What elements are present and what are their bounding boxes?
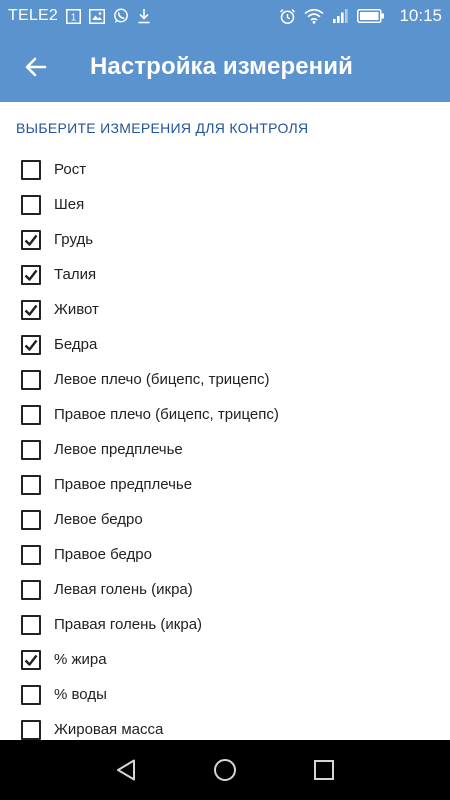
alarm-icon [279,8,296,25]
measurement-item[interactable]: % жира [0,642,450,677]
checkbox[interactable] [21,264,41,285]
download-icon [137,8,151,24]
checkbox[interactable] [21,649,41,670]
measurement-label: Жировая масса [54,721,164,738]
measurement-label: Левое бедро [54,511,143,528]
signal-icon [332,8,349,24]
whatsapp-icon [113,8,129,24]
measurement-item[interactable]: Живот [0,292,450,327]
checkbox[interactable] [21,684,41,705]
clock: 10:15 [399,6,442,25]
measurement-label: Живот [54,301,99,318]
measurement-item[interactable]: Жировая масса [0,712,450,740]
sim-1-icon: 1 [65,8,81,24]
checkbox[interactable] [21,719,41,740]
carrier-label: TELE2 [8,7,58,24]
checkbox[interactable] [21,299,41,320]
check-icon [24,304,38,316]
nav-home-button[interactable] [201,746,249,794]
measurement-item[interactable]: Правое предплечье [0,467,450,502]
measurement-label: Рост [54,161,87,178]
measurements-list: Рост Шея Грудь Талия Живот Бедра Левое плечо (… [0,147,450,740]
measurement-label: Правое предплечье [54,476,193,493]
measurement-label: Правое бедро [54,546,152,563]
battery-icon [357,8,385,24]
measurement-item[interactable]: Правое плечо (бицепс, трицепс) [0,397,450,432]
measurement-item[interactable]: Талия [0,257,450,292]
measurement-label: % воды [54,686,107,703]
measurement-label: Талия [54,266,97,283]
nav-back-button[interactable] [102,746,150,794]
measurements-settings-content: ВЫБЕРИТЕ ИЗМЕРЕНИЯ ДЛЯ КОНТРОЛЯ Рост Шея Г… [0,102,450,740]
recents-square-icon [313,759,335,781]
section-header: ВЫБЕРИТЕ ИЗМЕРЕНИЯ ДЛЯ КОНТРОЛЯ [16,120,309,136]
measurement-label: Левое плечо (бицепс, трицепс) [54,371,270,388]
measurement-label: Бедра [54,336,98,353]
arrow-back-icon [24,55,48,79]
checkbox[interactable] [21,614,41,635]
measurement-item[interactable]: Левая голень (икра) [0,572,450,607]
home-circle-icon [213,758,237,782]
page-title: Настройка измерений [90,53,353,80]
measurement-item[interactable]: Правая голень (икра) [0,607,450,642]
measurement-item[interactable]: Рост [0,152,450,187]
checkbox[interactable] [21,404,41,425]
measurement-label: Правое плечо (бицепс, трицепс) [54,406,279,423]
checkbox[interactable] [21,509,41,530]
nav-recents-button[interactable] [300,746,348,794]
measurement-label: Левая голень (икра) [54,581,193,598]
back-button[interactable] [8,39,64,95]
measurement-label: Грудь [54,231,94,248]
check-icon [24,654,38,666]
app-bar: Настройка измерений [0,32,450,102]
checkbox[interactable] [21,579,41,600]
checkbox[interactable] [21,334,41,355]
measurement-item[interactable]: Грудь [0,222,450,257]
checkbox[interactable] [21,159,41,180]
measurement-item[interactable]: Левое предплечье [0,432,450,467]
measurement-label: Правая голень (икра) [54,616,203,633]
checkbox[interactable] [21,544,41,565]
check-icon [24,269,38,281]
status-bar-right: 10:15 [279,6,442,26]
status-bar: TELE2 1 10:15 [0,0,450,32]
image-icon [88,8,105,24]
sim-badge-text: 1 [71,12,77,23]
check-icon [24,234,38,246]
status-bar-left: TELE2 1 [8,7,159,25]
measurement-label: Шея [54,196,85,213]
measurement-item[interactable]: Левое бедро [0,502,450,537]
measurement-item[interactable]: Шея [0,187,450,222]
check-icon [24,339,38,351]
measurement-item[interactable]: Правое бедро [0,537,450,572]
measurement-label: % жира [54,651,107,668]
measurement-item[interactable]: Бедра [0,327,450,362]
navigation-bar [0,740,450,800]
measurement-item[interactable]: % воды [0,677,450,712]
wifi-icon [304,8,324,24]
checkbox[interactable] [21,474,41,495]
measurement-item[interactable]: Левое плечо (бицепс, трицепс) [0,362,450,397]
checkbox[interactable] [21,439,41,460]
back-triangle-icon [115,758,137,782]
checkbox[interactable] [21,194,41,215]
checkbox[interactable] [21,369,41,390]
measurement-label: Левое предплечье [54,441,183,458]
checkbox[interactable] [21,229,41,250]
